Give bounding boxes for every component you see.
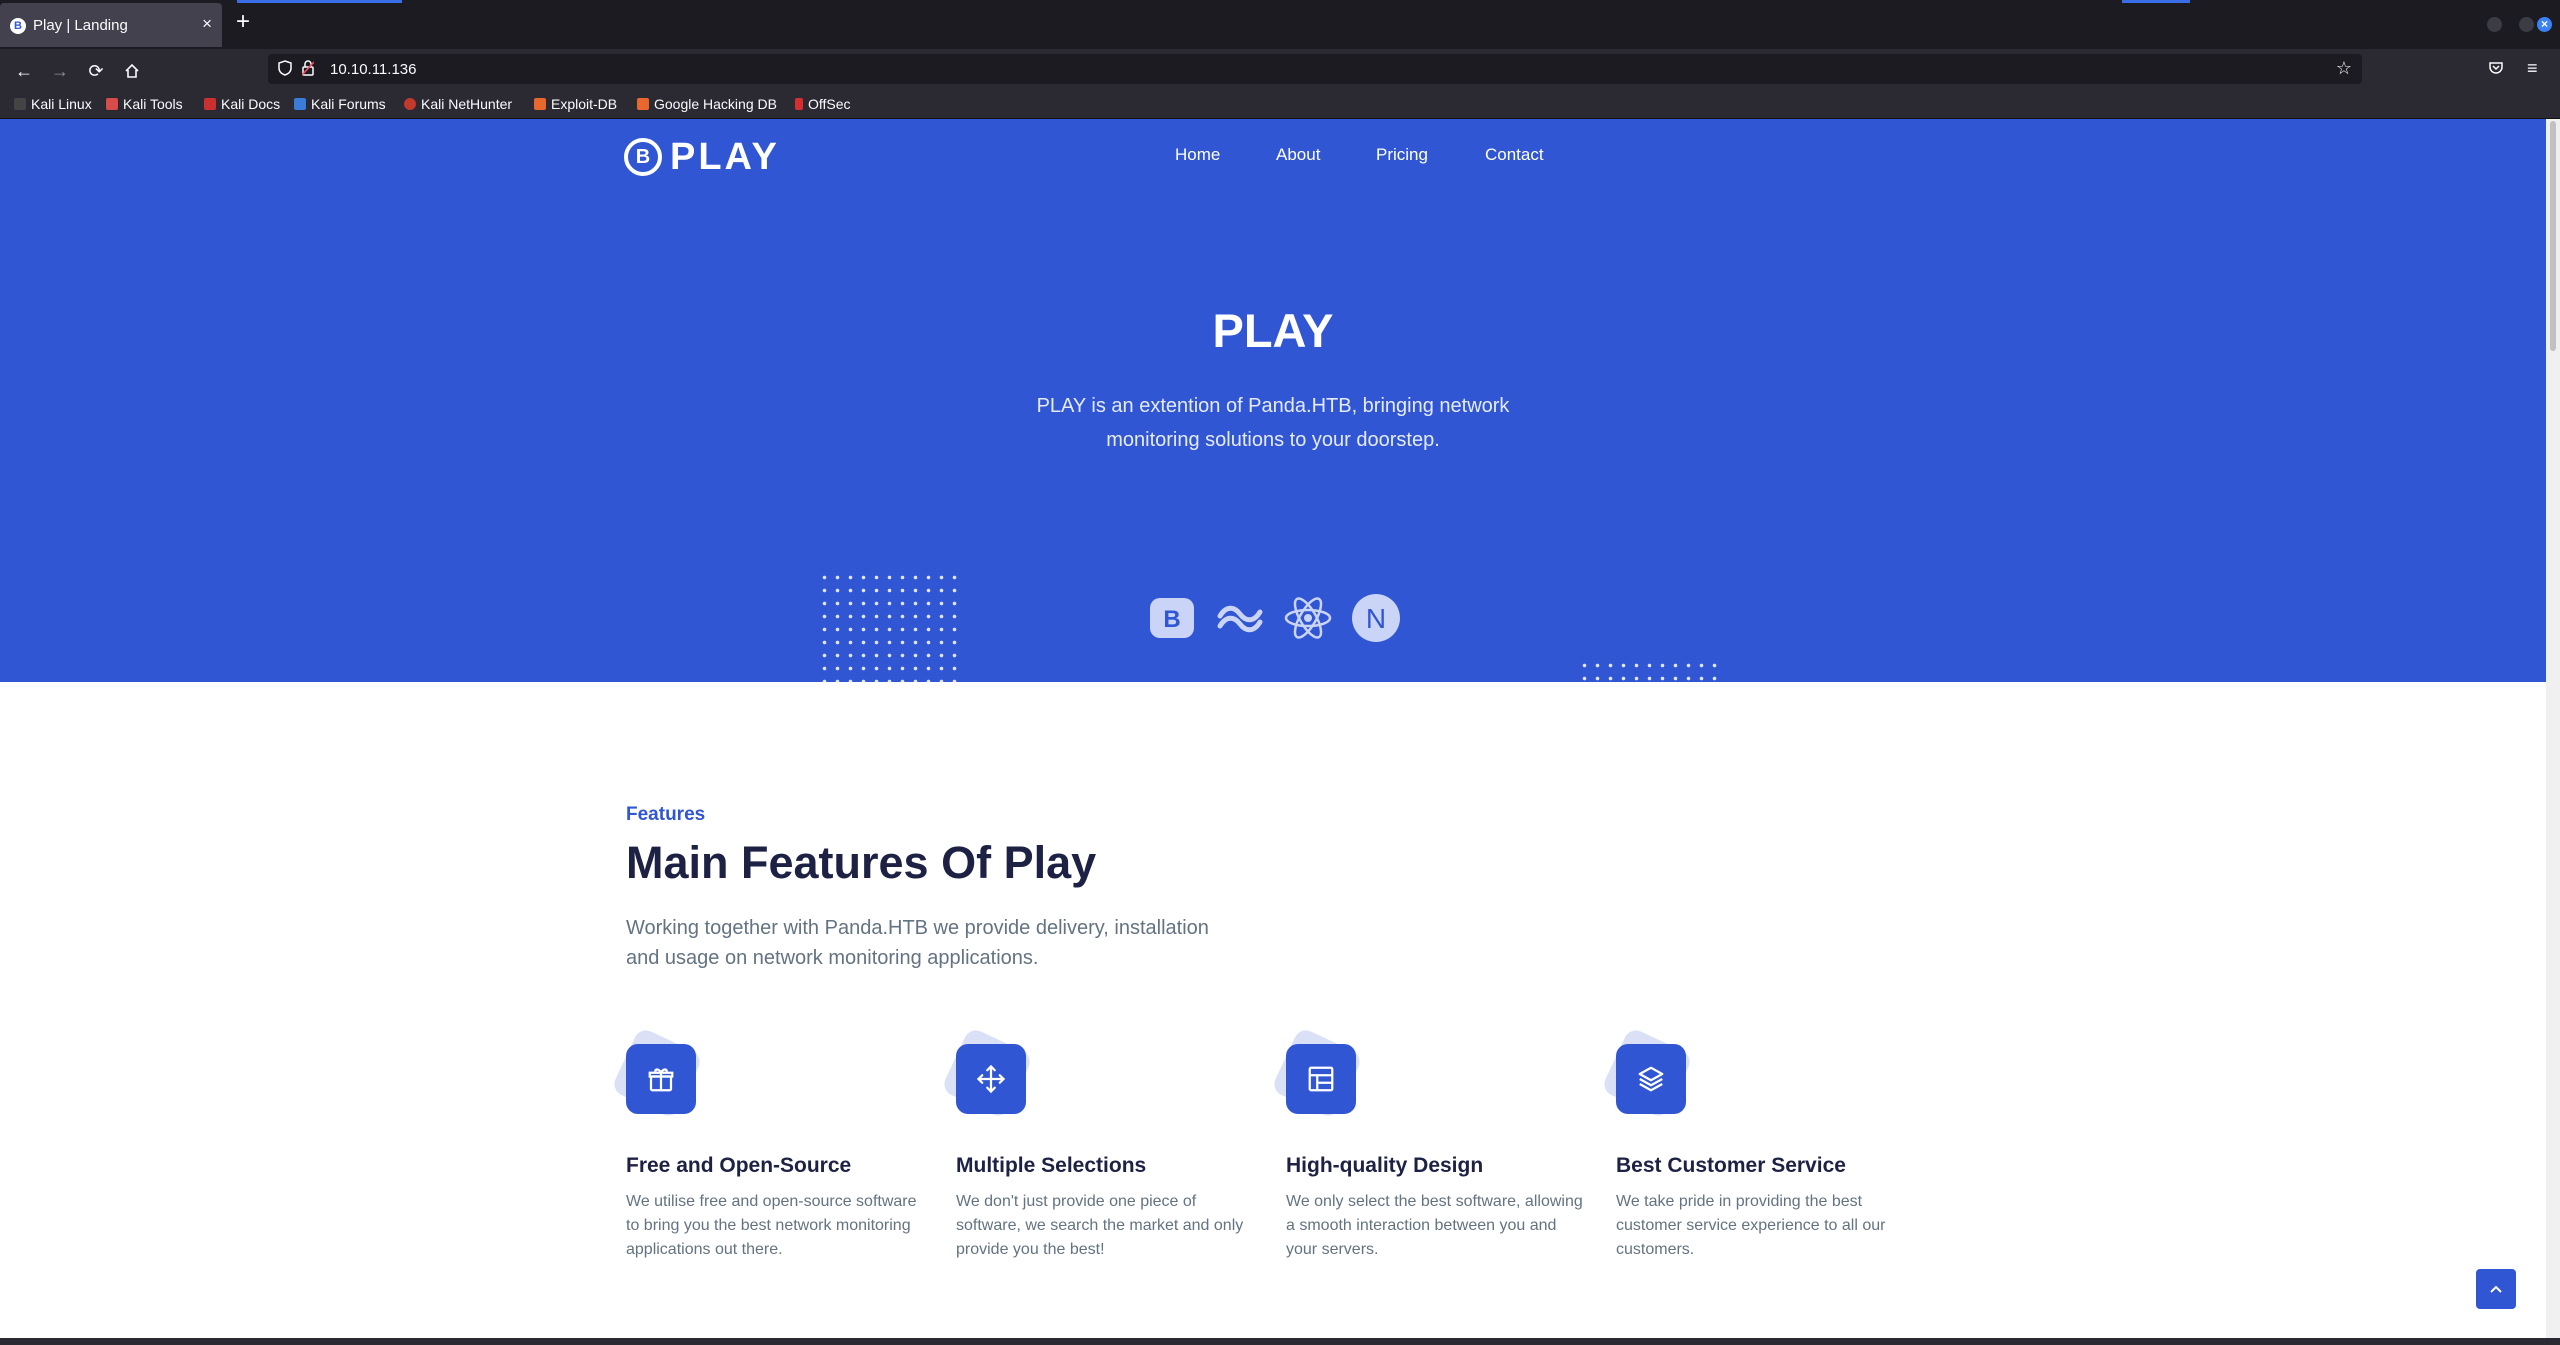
- nethunter-icon: [404, 98, 416, 110]
- react-icon: [1284, 597, 1332, 639]
- feature-text: We take pride in providing the best cust…: [1616, 1193, 1886, 1258]
- site-logo[interactable]: B PLAY: [624, 135, 780, 179]
- bookmark-kali-nethunter[interactable]: Kali NetHunter: [404, 96, 512, 112]
- feature-icon-box: [1270, 1026, 1364, 1120]
- tab-title: Play | Landing: [33, 17, 128, 34]
- decorative-dots-right: [1578, 659, 1718, 682]
- exploit-db-icon: [534, 98, 546, 110]
- page-scrollbar[interactable]: [2546, 119, 2560, 1338]
- window-minimize-button[interactable]: [2487, 17, 2502, 32]
- bookmark-kali-linux[interactable]: Kali Linux: [14, 96, 92, 112]
- back-to-top-button[interactable]: [2476, 1269, 2516, 1309]
- features-eyebrow: Features: [626, 804, 706, 825]
- page-viewport: B PLAY Home About Pricing Contact PLAY P…: [0, 119, 2546, 1338]
- url-text[interactable]: 10.10.11.136: [330, 61, 416, 78]
- tab-close-icon[interactable]: ×: [202, 14, 212, 34]
- bookmark-google-hacking-db[interactable]: Google Hacking DB: [637, 96, 777, 112]
- kali-tools-icon: [106, 98, 118, 110]
- feature-title: Multiple Selections: [956, 1154, 1147, 1177]
- layers-icon: [1616, 1044, 1686, 1114]
- tailwind-icon: [1217, 605, 1263, 633]
- home-icon[interactable]: [120, 59, 144, 85]
- pocket-icon[interactable]: [2488, 60, 2504, 81]
- new-tab-button[interactable]: +: [236, 9, 250, 35]
- feature-title: Free and Open-Source: [626, 1154, 852, 1177]
- ghdb-icon: [637, 98, 649, 110]
- feature-card: Best Customer Service We take pride in p…: [1600, 1026, 1916, 1258]
- site-favicon-icon: B: [10, 18, 26, 34]
- feature-text: We don't just provide one piece of softw…: [956, 1193, 1244, 1258]
- feature-text: We utilise free and open-source software…: [626, 1193, 917, 1258]
- shield-icon[interactable]: [278, 60, 292, 76]
- bookmark-offsec[interactable]: OffSec: [795, 96, 851, 112]
- decorative-dots-left: [818, 571, 958, 682]
- logo-text: PLAY: [670, 135, 780, 178]
- bookmark-star-icon[interactable]: ☆: [2336, 58, 2352, 79]
- back-arrow-icon[interactable]: ←: [12, 59, 36, 83]
- kali-dragon-icon: [14, 98, 26, 110]
- lock-insecure-icon[interactable]: [302, 60, 314, 76]
- logo-b-icon: B: [624, 138, 662, 176]
- move-arrows-icon: [956, 1044, 1026, 1114]
- window-maximize-button[interactable]: [2519, 17, 2534, 32]
- hero-title: PLAY: [1212, 304, 1334, 357]
- features-description: Working together with Panda.HTB we provi…: [626, 917, 1209, 969]
- gift-icon: [626, 1044, 696, 1114]
- feature-card: High-quality Design We only select the b…: [1270, 1026, 1586, 1258]
- svg-text:N: N: [1366, 603, 1386, 634]
- chevron-up-icon: [2490, 1285, 2502, 1293]
- hero-subtitle: PLAY is an extention of Panda.HTB, bring…: [1036, 395, 1510, 451]
- feature-card: Free and Open-Source We utilise free and…: [610, 1026, 926, 1258]
- feature-icon-box: [610, 1026, 704, 1120]
- feature-text: We only select the best software, allowi…: [1286, 1193, 1583, 1258]
- bookmark-kali-forums[interactable]: Kali Forums: [294, 96, 386, 112]
- bootstrap-icon: B: [1150, 598, 1194, 638]
- offsec-icon: [795, 98, 803, 110]
- nav-home[interactable]: Home: [1175, 145, 1220, 165]
- window-bottom-edge: [0, 1338, 2560, 1345]
- browser-tab-active[interactable]: B Play | Landing ×: [0, 3, 222, 47]
- tab-strip-accent: [237, 0, 402, 3]
- features-title: Main Features Of Play: [626, 837, 1097, 888]
- layout-icon: [1286, 1044, 1356, 1114]
- window-close-button[interactable]: ×: [2537, 17, 2552, 32]
- feature-icon-box: [1600, 1026, 1694, 1120]
- bookmark-exploit-db[interactable]: Exploit-DB: [534, 96, 617, 112]
- nav-contact[interactable]: Contact: [1485, 145, 1544, 165]
- scrollbar-thumb[interactable]: [2550, 121, 2556, 351]
- bookmark-kali-tools[interactable]: Kali Tools: [106, 96, 183, 112]
- kali-docs-icon: [204, 98, 216, 110]
- browser-tab-bar: B Play | Landing × + ×: [0, 0, 2560, 49]
- nav-pricing[interactable]: Pricing: [1376, 145, 1428, 165]
- hamburger-menu-icon[interactable]: ≡: [2527, 58, 2538, 79]
- address-bar[interactable]: 10.10.11.136 ☆: [268, 54, 2362, 84]
- forward-arrow-icon[interactable]: →: [48, 59, 72, 83]
- feature-icon-box: [940, 1026, 1034, 1120]
- feature-title: High-quality Design: [1286, 1154, 1484, 1177]
- nextjs-icon: N: [1352, 594, 1400, 642]
- feature-card: Multiple Selections We don't just provid…: [940, 1026, 1256, 1258]
- bookmarks-bar: Kali Linux Kali Tools Kali Docs Kali For…: [0, 93, 2560, 119]
- feature-title: Best Customer Service: [1616, 1154, 1846, 1177]
- hero-section: B PLAY Home About Pricing Contact PLAY P…: [0, 119, 2546, 682]
- tab-strip-accent: [2122, 0, 2190, 3]
- reload-icon[interactable]: ⟳: [84, 59, 108, 83]
- bookmark-kali-docs[interactable]: Kali Docs: [204, 96, 280, 112]
- svg-text:B: B: [1163, 606, 1180, 633]
- kali-forums-icon: [294, 98, 306, 110]
- nav-about[interactable]: About: [1276, 145, 1320, 165]
